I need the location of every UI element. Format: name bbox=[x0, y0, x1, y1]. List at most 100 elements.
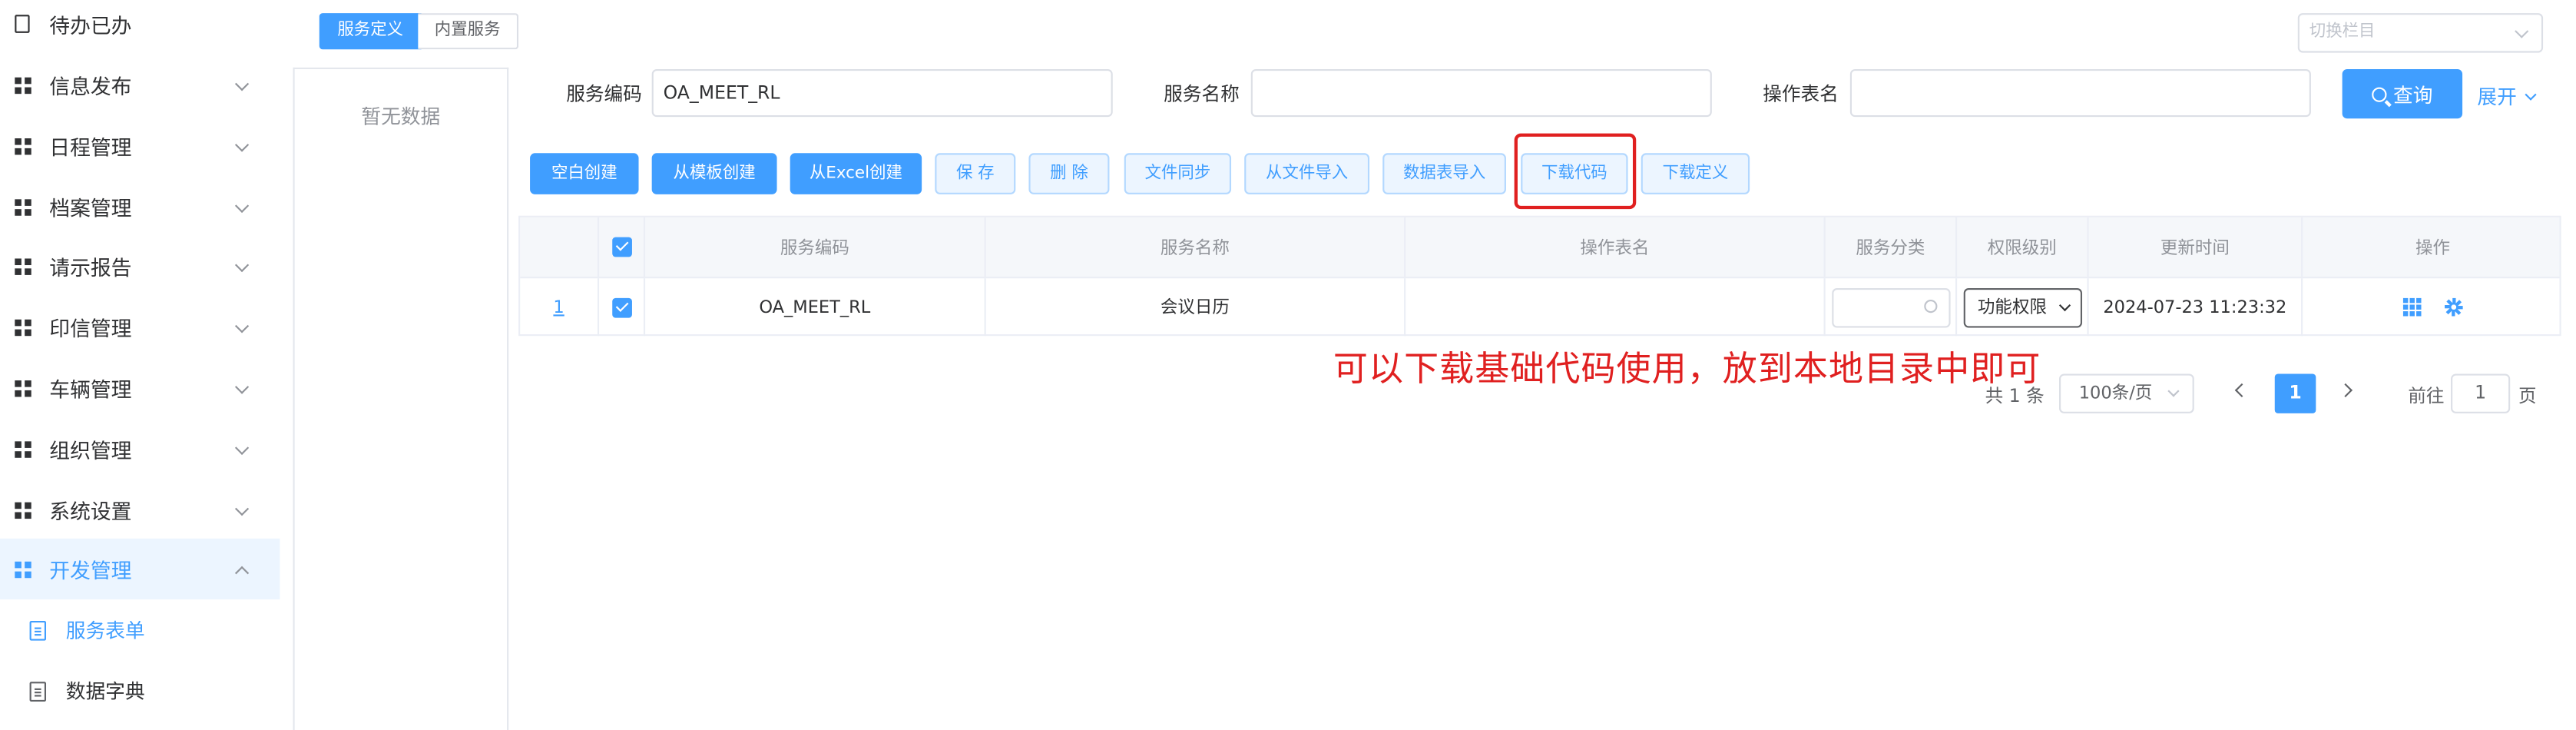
sidebar-item-dev[interactable]: 开发管理 bbox=[0, 538, 280, 600]
select-all-checkbox[interactable] bbox=[611, 237, 631, 257]
header-name: 服务名称 bbox=[986, 217, 1406, 277]
page-size-value: 100条/页 bbox=[2078, 383, 2153, 404]
column-switch-select[interactable]: 切换栏目 bbox=[2297, 13, 2544, 53]
header-actions: 操作 bbox=[2415, 237, 2451, 258]
file-sync-button[interactable]: 文件同步 bbox=[1124, 153, 1232, 194]
sidebar-item-reports[interactable]: 请示报告 bbox=[0, 235, 280, 296]
header-permission: 权限级别 bbox=[1957, 217, 2089, 277]
chevron-down-icon bbox=[234, 318, 250, 333]
save-button[interactable]: 保 存 bbox=[935, 153, 1016, 194]
expand-link[interactable]: 展开 bbox=[2477, 82, 2537, 110]
sidebar-item-label: 待办已办 bbox=[49, 13, 132, 38]
sidebar-item-settings[interactable]: 系统设置 bbox=[0, 479, 280, 540]
sidebar-item-todo[interactable]: 待办已办 bbox=[0, 0, 280, 55]
loading-spinner-icon[interactable] bbox=[2445, 297, 2463, 317]
sidebar-item-label: 车辆管理 bbox=[49, 377, 132, 402]
page-size-select[interactable]: 100条/页 bbox=[2059, 373, 2194, 413]
chevron-down-icon bbox=[234, 137, 250, 151]
download-definition-button[interactable]: 下载定义 bbox=[1641, 153, 1750, 194]
import-data-table-button[interactable]: 数据表导入 bbox=[1382, 153, 1506, 194]
chevron-down-icon bbox=[234, 501, 250, 516]
table-name-input[interactable] bbox=[1849, 69, 2311, 118]
page-suffix: 页 bbox=[2518, 385, 2537, 407]
goto-label: 前往 bbox=[2408, 385, 2445, 407]
sidebar-subitem-dictionary[interactable]: 数据字典 bbox=[0, 660, 280, 721]
header-code: 服务编码 bbox=[645, 217, 986, 277]
sidebar-item-organization[interactable]: 组织管理 bbox=[0, 418, 280, 479]
sidebar-item-label: 档案管理 bbox=[49, 196, 132, 221]
search-icon bbox=[1923, 298, 1937, 313]
chevron-down-icon bbox=[234, 440, 250, 454]
prev-page-icon[interactable] bbox=[2234, 383, 2249, 398]
header-table-name: 操作表名 bbox=[1406, 217, 1826, 277]
query-button-label: 查询 bbox=[2393, 83, 2433, 107]
service-table: 服务编码 服务名称 操作表名 服务分类 权限级别 更新时间 操作 1 OA_ME… bbox=[518, 215, 2561, 337]
category-input[interactable] bbox=[1831, 287, 1950, 327]
highlight-box bbox=[1514, 133, 1637, 210]
document-icon bbox=[29, 681, 47, 701]
sidebar-item-vehicle[interactable]: 车辆管理 bbox=[0, 357, 280, 418]
table-row[interactable]: 1 OA_MEET_RL 会议日历 功能权限 2024-07-23 11:23:… bbox=[520, 278, 2559, 337]
sidebar-item-schedule[interactable]: 日程管理 bbox=[0, 115, 280, 176]
expand-label: 展开 bbox=[2477, 85, 2517, 109]
tab-service-definition[interactable]: 服务定义 bbox=[319, 13, 422, 50]
row-checkbox[interactable] bbox=[611, 297, 631, 317]
delete-button[interactable]: 删 除 bbox=[1028, 153, 1110, 194]
chevron-down-icon bbox=[234, 197, 250, 212]
chevron-down-icon bbox=[2515, 24, 2529, 38]
grid-icon bbox=[15, 440, 31, 457]
next-page-icon[interactable] bbox=[2338, 383, 2353, 398]
pagination-total: 共 1 条 bbox=[1985, 385, 2045, 407]
grid-icon bbox=[15, 560, 31, 578]
service-code-input[interactable] bbox=[651, 69, 1113, 118]
grid-icon bbox=[15, 318, 31, 336]
clipboard-icon bbox=[15, 14, 30, 32]
sidebar-item-label: 信息发布 bbox=[49, 74, 132, 99]
row-actions bbox=[2303, 278, 2563, 336]
row-index-link[interactable]: 1 bbox=[553, 297, 564, 317]
sidebar-item-info-publish[interactable]: 信息发布 bbox=[0, 55, 280, 115]
grid-icon bbox=[15, 379, 31, 397]
table-header: 服务编码 服务名称 操作表名 服务分类 权限级别 更新时间 操作 bbox=[520, 217, 2560, 279]
sidebar-item-label: 开发管理 bbox=[49, 558, 132, 583]
sidebar: 待办已办 信息发布 日程管理 档案管理 请示报告 印信管理 车辆管理 组织管理 … bbox=[0, 0, 280, 730]
chevron-down-icon bbox=[234, 379, 250, 393]
row-select-cell bbox=[599, 278, 646, 337]
tab-builtin-service[interactable]: 内置服务 bbox=[418, 13, 519, 50]
column-switch-placeholder: 切换栏目 bbox=[2309, 23, 2376, 41]
chevron-down-icon bbox=[234, 257, 250, 272]
sidebar-item-archive[interactable]: 档案管理 bbox=[0, 176, 280, 237]
grid-icon bbox=[15, 198, 31, 215]
excel-create-button[interactable]: 从Excel创建 bbox=[790, 153, 922, 194]
row-name: 会议日历 bbox=[986, 278, 1406, 337]
grid-view-icon[interactable] bbox=[2402, 297, 2422, 317]
sidebar-item-label: 请示报告 bbox=[49, 255, 132, 280]
blank-create-button[interactable]: 空白创建 bbox=[530, 153, 639, 194]
grid-icon bbox=[15, 501, 31, 519]
header-index bbox=[520, 217, 600, 277]
permission-value: 功能权限 bbox=[1977, 297, 2047, 318]
template-create-button[interactable]: 从模板创建 bbox=[651, 153, 777, 194]
sidebar-subitem-label: 数据字典 bbox=[65, 680, 145, 704]
sidebar-subitem-label: 服务表单 bbox=[65, 619, 145, 642]
sidebar-item-label: 日程管理 bbox=[49, 134, 132, 160]
header-updated: 更新时间 bbox=[2089, 217, 2303, 277]
sidebar-subitem-service-form[interactable]: 服务表单 bbox=[0, 599, 280, 660]
query-button[interactable]: 查询 bbox=[2342, 69, 2463, 119]
service-name-label: 服务名称 bbox=[1164, 82, 1240, 106]
row-category-cell bbox=[1826, 278, 1958, 337]
row-index-cell: 1 bbox=[520, 278, 600, 337]
permission-select[interactable]: 功能权限 bbox=[1962, 287, 2081, 327]
sidebar-item-label: 印信管理 bbox=[49, 316, 132, 341]
row-code: OA_MEET_RL bbox=[645, 278, 986, 337]
current-page[interactable]: 1 bbox=[2274, 373, 2316, 413]
row-permission-cell: 功能权限 bbox=[1957, 278, 2089, 337]
import-from-file-button[interactable]: 从文件导入 bbox=[1244, 153, 1370, 194]
chevron-down-icon bbox=[2058, 298, 2071, 311]
chevron-down-icon bbox=[2167, 385, 2180, 397]
document-icon bbox=[29, 619, 47, 640]
sidebar-item-seal[interactable]: 印信管理 bbox=[0, 297, 280, 357]
grid-icon bbox=[15, 137, 31, 154]
service-name-input[interactable] bbox=[1250, 69, 1712, 118]
goto-page-input[interactable]: 1 bbox=[2451, 373, 2511, 413]
